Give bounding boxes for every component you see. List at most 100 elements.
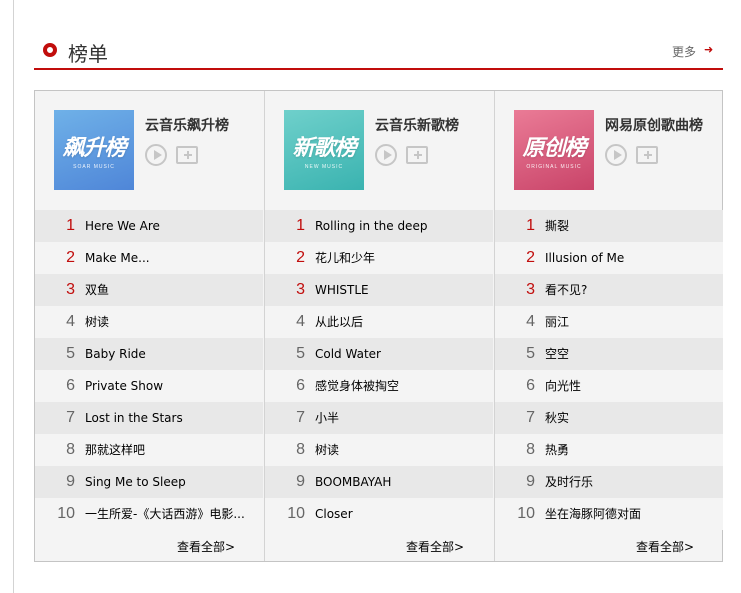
arrow-right-icon[interactable]: ➜ <box>704 43 713 56</box>
cover-title: 飙升榜 <box>62 136 126 161</box>
list-item[interactable]: 2 花儿和少年 <box>265 242 493 274</box>
song-rank: 3 <box>296 281 305 298</box>
chart-cover[interactable]: 原创榜 ORIGINAL MUSIC <box>514 110 594 190</box>
song-rank: 9 <box>296 473 305 490</box>
list-item[interactable]: 4 丽江 <box>495 306 723 338</box>
list-item[interactable]: 4 树读 <box>35 306 263 338</box>
song-list: 1 Rolling in the deep 2 花儿和少年 3 WHISTLE 4 从此… <box>265 210 493 530</box>
list-item[interactable]: 3 双鱼 <box>35 274 263 306</box>
list-item[interactable]: 9 BOOMBAYAH <box>265 466 493 498</box>
song-title[interactable]: Here We Are <box>85 210 250 242</box>
song-rank: 5 <box>526 345 535 362</box>
list-item[interactable]: 9 Sing Me to Sleep <box>35 466 263 498</box>
song-title[interactable]: Make Me... <box>85 242 250 274</box>
song-rank: 9 <box>526 473 535 490</box>
song-rank: 6 <box>296 377 305 394</box>
list-item[interactable]: 1 撕裂 <box>495 210 723 242</box>
list-item[interactable]: 5 Cold Water <box>265 338 493 370</box>
song-title[interactable]: 丽江 <box>545 306 710 338</box>
song-title[interactable]: 空空 <box>545 338 710 370</box>
list-item[interactable]: 9 及时行乐 <box>495 466 723 498</box>
view-all-link[interactable]: 查看全部> <box>177 538 235 555</box>
song-title[interactable]: 热勇 <box>545 434 710 466</box>
list-item[interactable]: 10 Closer <box>265 498 493 530</box>
song-title[interactable]: 双鱼 <box>85 274 250 306</box>
song-title[interactable]: 感觉身体被掏空 <box>315 370 480 402</box>
list-item[interactable]: 2 Illusion of Me <box>495 242 723 274</box>
view-all-link[interactable]: 查看全部> <box>406 538 464 555</box>
list-item[interactable]: 8 树读 <box>265 434 493 466</box>
song-title[interactable]: BOOMBAYAH <box>315 466 480 498</box>
song-title[interactable]: 秋实 <box>545 402 710 434</box>
chart-name[interactable]: 云音乐飙升榜 <box>145 115 229 135</box>
cover-subtitle: NEW MUSIC <box>304 164 344 170</box>
song-title[interactable]: Lost in the Stars <box>85 402 250 434</box>
song-rank: 1 <box>66 217 75 234</box>
chart-cover[interactable]: 飙升榜 SOAR MUSIC <box>54 110 134 190</box>
list-item[interactable]: 6 Private Show <box>35 370 263 402</box>
list-item[interactable]: 6 向光性 <box>495 370 723 402</box>
song-rank: 4 <box>526 313 535 330</box>
song-rank: 2 <box>296 249 305 266</box>
list-item[interactable]: 10 坐在海豚阿德对面 <box>495 498 723 530</box>
song-title[interactable]: Rolling in the deep <box>315 210 480 242</box>
list-item[interactable]: 4 从此以后 <box>265 306 493 338</box>
song-title[interactable]: 坐在海豚阿德对面 <box>545 498 710 530</box>
list-item[interactable]: 5 空空 <box>495 338 723 370</box>
list-item[interactable]: 7 Lost in the Stars <box>35 402 263 434</box>
song-title[interactable]: Closer <box>315 498 480 530</box>
list-item[interactable]: 8 热勇 <box>495 434 723 466</box>
list-item[interactable]: 6 感觉身体被掏空 <box>265 370 493 402</box>
song-title[interactable]: 树读 <box>315 434 480 466</box>
play-circle-icon[interactable] <box>145 144 167 166</box>
song-list: 1 撕裂 2 Illusion of Me 3 看不见? 4 丽江 5 空空 6 向光性 7… <box>495 210 723 530</box>
song-rank: 7 <box>526 409 535 426</box>
list-item[interactable]: 3 WHISTLE <box>265 274 493 306</box>
song-rank: 7 <box>296 409 305 426</box>
list-item[interactable]: 1 Rolling in the deep <box>265 210 493 242</box>
chart-name[interactable]: 网易原创歌曲榜 <box>605 115 703 135</box>
add-folder-icon[interactable] <box>406 146 428 164</box>
song-title[interactable]: 花儿和少年 <box>315 242 480 274</box>
play-circle-icon[interactable] <box>375 144 397 166</box>
list-item[interactable]: 8 那就这样吧 <box>35 434 263 466</box>
song-rank: 10 <box>517 505 535 522</box>
song-title[interactable]: WHISTLE <box>315 274 480 306</box>
list-item[interactable]: 3 看不见? <box>495 274 723 306</box>
song-title[interactable]: 小半 <box>315 402 480 434</box>
list-item[interactable]: 10 一生所爱-《大话西游》电影... <box>35 498 263 530</box>
song-title[interactable]: 从此以后 <box>315 306 480 338</box>
chart-name[interactable]: 云音乐新歌榜 <box>375 115 459 135</box>
song-title[interactable]: 向光性 <box>545 370 710 402</box>
song-title[interactable]: Private Show <box>85 370 250 402</box>
cover-title: 原创榜 <box>522 136 586 161</box>
song-title[interactable]: 一生所爱-《大话西游》电影... <box>85 498 250 530</box>
circle-ring-icon <box>43 43 57 57</box>
view-all-link[interactable]: 查看全部> <box>636 538 694 555</box>
song-title[interactable]: 看不见? <box>545 274 710 306</box>
song-title[interactable]: 撕裂 <box>545 210 710 242</box>
song-rank: 8 <box>526 441 535 458</box>
more-link[interactable]: 更多 <box>672 43 696 60</box>
song-rank: 5 <box>66 345 75 362</box>
list-item[interactable]: 1 Here We Are <box>35 210 263 242</box>
list-item[interactable]: 7 小半 <box>265 402 493 434</box>
song-title[interactable]: Baby Ride <box>85 338 250 370</box>
chart-cover[interactable]: 新歌榜 NEW MUSIC <box>284 110 364 190</box>
song-rank: 6 <box>66 377 75 394</box>
song-title[interactable]: Sing Me to Sleep <box>85 466 250 498</box>
song-title[interactable]: 树读 <box>85 306 250 338</box>
song-title[interactable]: Illusion of Me <box>545 242 710 274</box>
section-title: 榜单 <box>68 42 108 66</box>
add-folder-icon[interactable] <box>176 146 198 164</box>
add-folder-icon[interactable] <box>636 146 658 164</box>
list-item[interactable]: 5 Baby Ride <box>35 338 263 370</box>
song-title[interactable]: Cold Water <box>315 338 480 370</box>
song-rank: 4 <box>296 313 305 330</box>
song-rank: 1 <box>526 217 535 234</box>
list-item[interactable]: 2 Make Me... <box>35 242 263 274</box>
song-title[interactable]: 及时行乐 <box>545 466 710 498</box>
play-circle-icon[interactable] <box>605 144 627 166</box>
list-item[interactable]: 7 秋实 <box>495 402 723 434</box>
song-title[interactable]: 那就这样吧 <box>85 434 250 466</box>
